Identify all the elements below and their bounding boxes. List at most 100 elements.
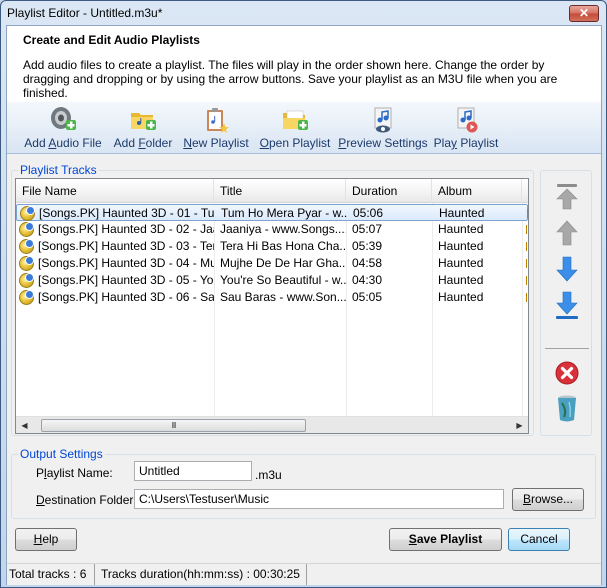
scroll-left-arrow-icon[interactable]: ◀ (16, 417, 33, 433)
track-duration: 05:05 (352, 290, 383, 304)
label-part: aylist Name: (46, 466, 113, 480)
remove-track-button[interactable] (555, 359, 579, 387)
track-album: Haunted (438, 290, 484, 304)
open-playlist-button[interactable]: Open Playlist (257, 106, 333, 152)
playlist-name-input[interactable] (134, 461, 252, 481)
scroll-right-arrow-icon[interactable]: ▶ (511, 417, 528, 433)
playlist-name-label: Playlist Name: (36, 466, 113, 480)
recycle-bin-icon (558, 395, 576, 422)
label-accel: F (138, 136, 146, 150)
remove-icon (555, 361, 579, 385)
destination-folder-input[interactable] (134, 489, 504, 509)
add-folder-icon (131, 113, 156, 130)
track-row[interactable]: [Songs.PK] Haunted 3D - 02 - Jaa... Jaani… (16, 221, 528, 238)
track-duration: 04:58 (352, 256, 383, 270)
scrollbar-thumb[interactable]: III (41, 419, 306, 432)
tracks-list[interactable]: File Name Title Duration Album [Songs.PK… (15, 178, 529, 434)
playlist-editor-window: Playlist Editor - Untitled.m3u* ✕ Create… (0, 0, 607, 588)
truncated-column-marker (526, 293, 527, 302)
truncated-column-marker (526, 225, 527, 234)
horizontal-scrollbar[interactable]: ◀ III ▶ (16, 416, 528, 433)
clear-all-button[interactable] (555, 393, 579, 422)
truncated-column-marker (526, 259, 527, 268)
open-playlist-icon (283, 110, 308, 130)
label-part: Add (113, 136, 139, 150)
track-duration: 05:06 (353, 206, 384, 220)
column-header-extra[interactable] (522, 179, 528, 203)
playlist-tracks-label: Playlist Tracks (18, 163, 99, 177)
label-part: udio File (56, 136, 102, 150)
track-duration: 05:39 (352, 239, 383, 253)
new-playlist-button[interactable]: New Playlist (181, 106, 251, 152)
toolbar: Add Audio File Add Folder New Playlist O… (7, 102, 601, 154)
truncated-column-marker (526, 242, 527, 251)
reorder-panel (540, 170, 592, 436)
browse-button[interactable]: Browse... (512, 488, 584, 511)
label-accel: O (259, 136, 269, 150)
new-playlist-icon (207, 108, 229, 133)
cancel-button[interactable]: Cancel (508, 528, 570, 551)
close-icon: ✕ (578, 6, 590, 20)
column-header-file-name[interactable]: File Name (16, 179, 214, 203)
track-album: Haunted (439, 206, 485, 220)
add-folder-button[interactable]: Add Folder (111, 106, 175, 152)
label-part: P (36, 466, 45, 480)
move-to-top-icon (556, 184, 578, 210)
track-duration: 05:07 (352, 222, 383, 236)
column-header-title[interactable]: Title (214, 179, 346, 203)
output-settings-label: Output Settings (18, 447, 105, 461)
truncated-column-marker (526, 276, 527, 285)
move-down-icon (556, 256, 578, 282)
output-settings-group: Output Settings (11, 447, 596, 519)
label-part: rowse... (531, 492, 574, 506)
label-accel: D (36, 493, 45, 507)
track-row[interactable]: [Songs.PK] Haunted 3D - 04 - Muj... Mujhe… (16, 255, 528, 272)
label-part: estination Folder: (44, 493, 137, 507)
extension-label: .m3u (255, 468, 282, 482)
track-album: Haunted (438, 256, 484, 270)
track-file-name: [Songs.PK] Haunted 3D - 02 - Jaa... (38, 222, 214, 236)
preview-settings-button[interactable]: Preview Settings (337, 106, 429, 152)
move-up-icon (556, 220, 578, 246)
add-audio-file-button[interactable]: Add Audio File (21, 106, 105, 152)
add-audio-file-icon (51, 107, 76, 130)
track-file-name: [Songs.PK] Haunted 3D - 01 - Tu... (39, 206, 215, 220)
track-row[interactable]: [Songs.PK] Haunted 3D - 01 - Tu... Tum Ho… (16, 204, 528, 221)
close-button[interactable]: ✕ (569, 5, 599, 22)
window-title: Playlist Editor - Untitled.m3u* (7, 6, 163, 20)
track-file-name: [Songs.PK] Haunted 3D - 06 - Sau... (38, 290, 214, 304)
label-part: ave Playlist (416, 532, 483, 546)
track-title: Jaaniya - www.Songs.... (220, 222, 346, 236)
total-tracks-status: Total tracks : 6 (7, 564, 95, 585)
label-part: ew Playlist (191, 136, 249, 150)
track-title: Tum Ho Mera Pyar - w... (221, 206, 347, 220)
label-accel: B (522, 492, 531, 506)
move-to-bottom-icon (556, 291, 578, 319)
label-part: pen Playlist (268, 136, 331, 150)
panel-separator (545, 348, 589, 349)
column-header-album[interactable]: Album (432, 179, 522, 203)
header-title: Create and Edit Audio Playlists (23, 33, 200, 47)
track-row[interactable]: [Songs.PK] Haunted 3D - 03 - Ter... Tera … (16, 238, 528, 255)
track-title: You're So Beautiful - w... (220, 273, 346, 287)
play-playlist-button[interactable]: Play Playlist (433, 106, 499, 152)
move-to-top-button[interactable] (555, 183, 579, 211)
truncated-column-marker (527, 209, 528, 218)
dialog-client-area: Create and Edit Audio Playlists Add audi… (6, 25, 602, 585)
help-button[interactable]: Help (15, 528, 77, 551)
move-to-bottom-button[interactable] (555, 291, 579, 319)
column-header-duration[interactable]: Duration (346, 179, 432, 203)
move-up-button[interactable] (555, 219, 579, 247)
header-description: Add audio files to create a playlist. Th… (23, 58, 558, 100)
label-part: Playlist (457, 136, 499, 150)
destination-folder-label: Destination Folder: (36, 493, 137, 507)
label-accel: N (183, 136, 192, 150)
track-row[interactable]: [Songs.PK] Haunted 3D - 05 - You... You'r… (16, 272, 528, 289)
track-album: Haunted (438, 239, 484, 253)
track-row[interactable]: [Songs.PK] Haunted 3D - 06 - Sau... Sau B… (16, 289, 528, 306)
track-title: Tera Hi Bas Hona Cha... (220, 239, 346, 253)
save-playlist-button[interactable]: Save Playlist (389, 528, 502, 551)
label-part: older (145, 136, 173, 150)
track-file-name: [Songs.PK] Haunted 3D - 03 - Ter... (38, 239, 214, 253)
move-down-button[interactable] (555, 255, 579, 283)
